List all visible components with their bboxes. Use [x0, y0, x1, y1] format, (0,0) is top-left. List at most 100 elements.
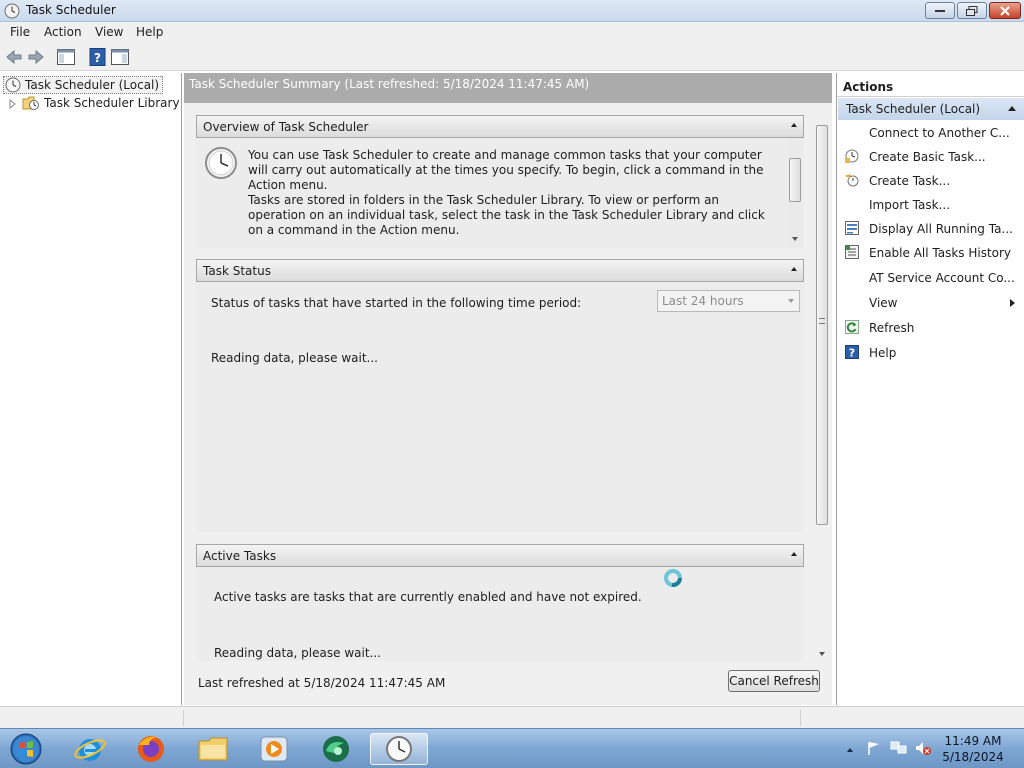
actions-title: Actions: [837, 77, 1024, 97]
action-enable-all-tasks-history[interactable]: Enable All Tasks History: [837, 242, 1023, 264]
show-hide-action-pane-icon[interactable]: [110, 47, 130, 67]
task-status-loading-text: Reading data, please wait...: [211, 351, 378, 365]
action-center-flag-icon[interactable]: [866, 740, 882, 759]
collapse-arrow-icon[interactable]: [1008, 106, 1016, 111]
status-divider: [800, 710, 801, 726]
close-button[interactable]: [989, 2, 1021, 19]
task-status-section-body: Status of tasks that have started in the…: [196, 282, 804, 532]
section-title: Overview of Task Scheduler: [203, 120, 369, 134]
status-divider: [183, 710, 184, 726]
svg-text:?: ?: [94, 51, 101, 65]
action-label: AT Service Account Co...: [869, 271, 1015, 285]
action-at-service-account-configuration[interactable]: AT Service Account Co...: [837, 267, 1023, 289]
menu-view[interactable]: View: [95, 25, 123, 39]
folder-clock-icon: [22, 95, 40, 111]
scrollbar-thumb[interactable]: [789, 158, 801, 202]
action-create-task[interactable]: Create Task...: [837, 170, 1023, 192]
menu-file[interactable]: File: [10, 25, 30, 39]
time-period-dropdown[interactable]: Last 24 hours: [657, 290, 800, 312]
history-icon: [845, 245, 859, 259]
action-label: Display All Running Ta...: [869, 222, 1013, 236]
section-title: Active Tasks: [203, 549, 277, 563]
active-tasks-description: Active tasks are tasks that are currentl…: [214, 590, 642, 604]
refresh-icon: [845, 320, 859, 334]
volume-muted-icon[interactable]: [914, 740, 932, 759]
console-tree: Task Scheduler (Local) Task Scheduler Li…: [0, 73, 182, 705]
actions-group-header[interactable]: Task Scheduler (Local): [838, 98, 1024, 120]
actions-pane: Actions Task Scheduler (Local) Connect t…: [836, 73, 1024, 705]
clock-time: 11:49 AM: [944, 734, 1002, 748]
basic-task-icon: [845, 149, 859, 163]
tree-item-task-scheduler-library[interactable]: Task Scheduler Library: [8, 94, 180, 112]
running-tasks-icon: [845, 221, 859, 235]
menu-help[interactable]: Help: [136, 25, 163, 39]
taskbar: 11:49 AM 5/18/2024: [0, 728, 1024, 768]
submenu-arrow-icon: [1010, 299, 1015, 307]
internet-explorer-icon[interactable]: [66, 733, 114, 765]
action-display-all-running-tasks[interactable]: Display All Running Ta...: [837, 218, 1023, 240]
file-explorer-icon[interactable]: [189, 733, 237, 765]
busy-spinner-icon: [663, 568, 683, 588]
action-label: Import Task...: [869, 198, 950, 212]
action-view[interactable]: View: [837, 292, 1023, 314]
scroll-down-arrow-icon[interactable]: [819, 652, 825, 656]
forward-arrow-icon[interactable]: [26, 47, 46, 67]
chevron-down-icon: [788, 299, 794, 303]
overview-paragraph-2: Tasks are stored in folders in the Task …: [248, 193, 765, 237]
scroll-down-arrow-icon[interactable]: [792, 237, 798, 241]
network-icon[interactable]: [890, 740, 908, 759]
show-hide-console-tree-icon[interactable]: [56, 47, 76, 67]
collapse-arrow-icon[interactable]: [791, 267, 797, 271]
overview-section-header[interactable]: Overview of Task Scheduler: [196, 115, 804, 138]
media-player-icon[interactable]: [250, 733, 298, 765]
collapse-arrow-icon[interactable]: [791, 123, 797, 127]
expand-arrow-icon[interactable]: [8, 98, 18, 110]
action-create-basic-task[interactable]: Create Basic Task...: [837, 146, 1023, 168]
action-help[interactable]: ? Help: [837, 342, 1023, 364]
clock-icon: [5, 77, 21, 93]
window-title: Task Scheduler: [26, 3, 116, 17]
action-label: Enable All Tasks History: [869, 246, 1012, 260]
clock-date: 5/18/2024: [942, 750, 1004, 764]
summary-header: Task Scheduler Summary (Last refreshed: …: [184, 73, 832, 103]
clock-icon: [204, 146, 238, 180]
clock-icon: [4, 3, 20, 19]
tree-item-task-scheduler-local[interactable]: Task Scheduler (Local): [3, 76, 164, 94]
overview-section-body: You can use Task Scheduler to create and…: [196, 138, 804, 248]
action-label: View: [869, 296, 898, 310]
scrollbar-thumb[interactable]: [816, 125, 828, 525]
last-refreshed-text: Last refreshed at 5/18/2024 11:47:45 AM: [198, 676, 446, 690]
help-icon: ?: [845, 345, 859, 360]
action-label: Connect to Another C...: [869, 126, 1010, 140]
action-label: Help: [869, 346, 897, 360]
system-clock[interactable]: 11:49 AM 5/18/2024: [938, 733, 1008, 765]
summary-scrollbar[interactable]: [815, 115, 829, 661]
back-arrow-icon[interactable]: [4, 47, 24, 67]
title-bar: Task Scheduler: [0, 0, 1024, 22]
overview-scrollbar[interactable]: [788, 138, 802, 248]
restore-button[interactable]: [957, 2, 987, 19]
menu-action[interactable]: Action: [44, 25, 82, 39]
action-connect-to-another-computer[interactable]: Connect to Another C...: [837, 122, 1023, 144]
help-icon[interactable]: ?: [88, 47, 108, 67]
collapse-arrow-icon[interactable]: [791, 552, 797, 556]
svg-text:?: ?: [849, 347, 855, 360]
app-swirl-icon[interactable]: [312, 733, 360, 765]
summary-pane: Task Scheduler Summary (Last refreshed: …: [184, 73, 832, 705]
action-refresh[interactable]: Refresh: [837, 317, 1023, 339]
action-import-task[interactable]: Import Task...: [837, 194, 1023, 216]
active-tasks-section-header[interactable]: Active Tasks: [196, 544, 804, 567]
summary-footer: Last refreshed at 5/18/2024 11:47:45 AM …: [184, 661, 832, 705]
summary-body: Overview of Task Scheduler You can use T…: [184, 103, 832, 661]
show-hidden-icons-icon[interactable]: [846, 743, 854, 757]
tree-item-label: Task Scheduler Library: [44, 96, 180, 110]
task-status-section-header[interactable]: Task Status: [196, 259, 804, 282]
start-button-icon[interactable]: [2, 733, 50, 765]
minimize-button[interactable]: [925, 2, 955, 19]
action-label: Create Task...: [869, 174, 951, 188]
active-tasks-section-body: Active tasks are tasks that are currentl…: [196, 567, 804, 661]
time-period-label: Status of tasks that have started in the…: [211, 296, 582, 310]
task-scheduler-taskbar-icon[interactable]: [370, 733, 428, 765]
firefox-icon[interactable]: [127, 733, 175, 765]
cancel-refresh-button[interactable]: Cancel Refresh: [728, 670, 820, 692]
